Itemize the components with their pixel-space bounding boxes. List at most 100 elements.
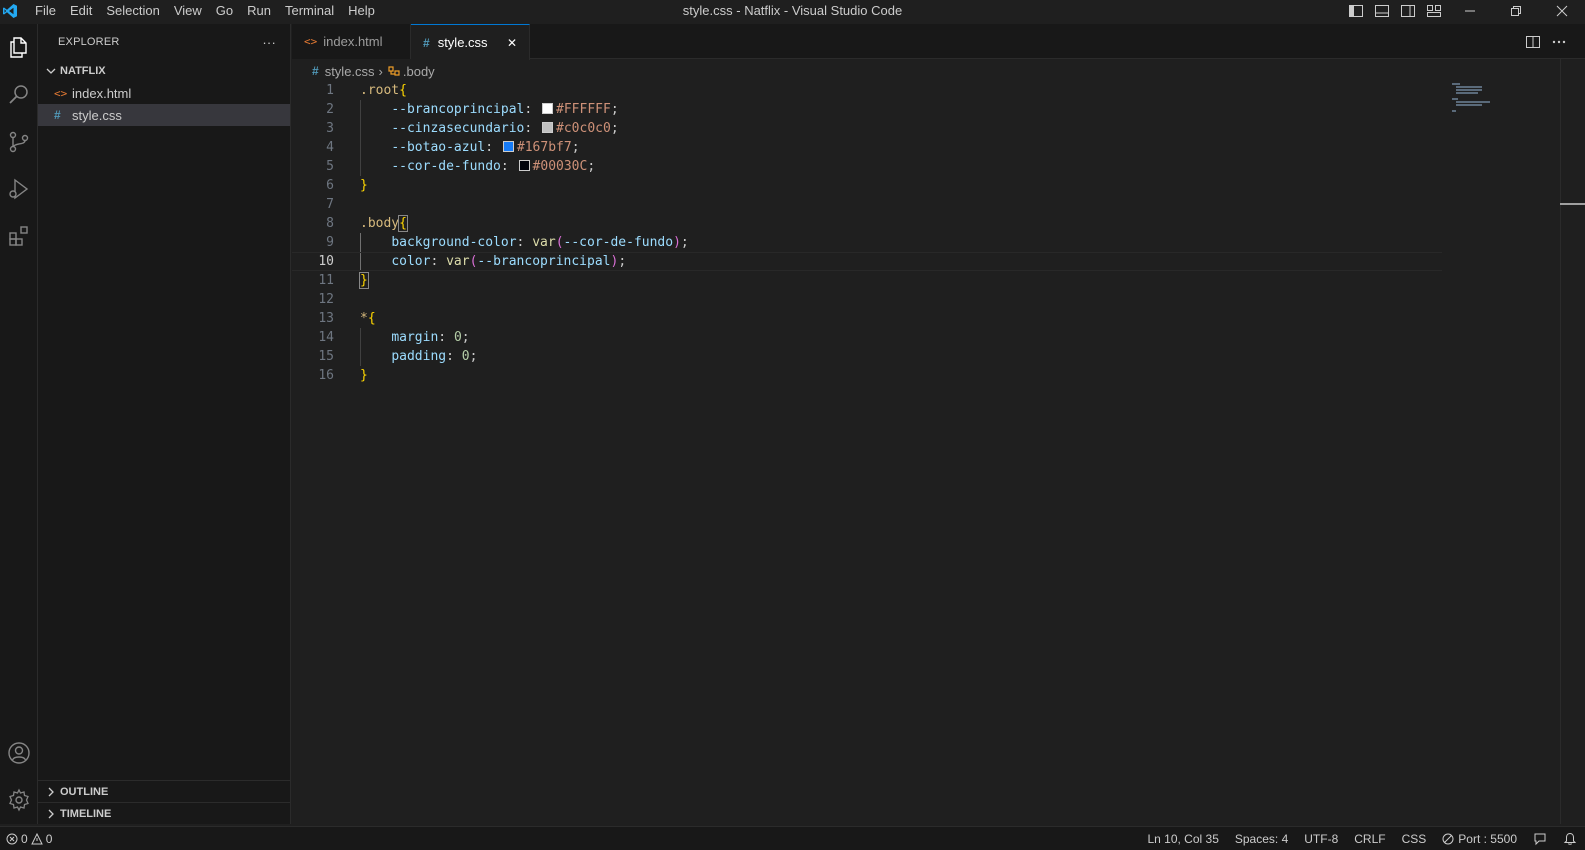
argument: --cor-de-fundo — [563, 235, 674, 250]
menu-view[interactable]: View — [167, 0, 209, 22]
editor-actions — [1525, 24, 1567, 59]
tab-label: index.html — [323, 34, 383, 49]
port-label: Port : 5500 — [1458, 832, 1517, 846]
tab-index-html[interactable]: <> index.html — [292, 24, 411, 59]
search-icon[interactable] — [0, 71, 38, 118]
line-number: 2 — [326, 102, 334, 117]
line-number: 3 — [326, 121, 334, 136]
folder-natflix[interactable]: NATFLIX — [38, 60, 290, 82]
brace: } — [360, 178, 368, 193]
menu-terminal[interactable]: Terminal — [278, 0, 341, 22]
activity-bar — [0, 24, 38, 824]
property: --cinzasecundario — [391, 121, 525, 136]
tab-label: style.css — [437, 35, 488, 50]
css-file-icon: # — [312, 64, 319, 78]
more-actions-icon[interactable] — [1551, 34, 1567, 50]
encoding[interactable]: UTF-8 — [1304, 832, 1338, 846]
menu-run[interactable]: Run — [240, 0, 278, 22]
line-number: 4 — [326, 140, 334, 155]
value: #FFFFFF — [556, 102, 611, 117]
line-number: 15 — [318, 349, 334, 364]
function: var — [446, 254, 470, 269]
breadcrumb-separator: › — [378, 63, 383, 79]
vertical-scrollbar[interactable] — [1560, 59, 1574, 824]
color-swatch[interactable] — [542, 103, 554, 114]
code-line: 14 margin: 0; — [292, 328, 1442, 347]
chevron-right-icon — [48, 809, 54, 818]
menu-selection[interactable]: Selection — [99, 0, 166, 22]
run-debug-icon[interactable] — [0, 165, 38, 212]
explorer-icon[interactable] — [0, 24, 38, 71]
explorer-title: EXPLORER — [58, 36, 120, 48]
menu-help[interactable]: Help — [341, 0, 382, 22]
breadcrumb-file[interactable]: style.css — [325, 64, 375, 79]
file-label: index.html — [72, 85, 132, 101]
explorer-header: EXPLORER ··· — [38, 24, 290, 60]
problems-indicator[interactable]: 0 0 — [0, 832, 52, 846]
line-number: 6 — [326, 178, 334, 193]
color-swatch[interactable] — [518, 160, 530, 171]
source-control-icon[interactable] — [0, 118, 38, 165]
minimap[interactable] — [1448, 82, 1508, 122]
minimap-line — [1452, 110, 1456, 112]
toggle-secondary-sidebar-icon[interactable] — [1395, 0, 1421, 22]
breadcrumb: # style.css › .body — [292, 60, 435, 82]
feedback-icon[interactable] — [1533, 832, 1547, 846]
outline-section[interactable]: OUTLINE — [38, 780, 291, 802]
file-index-html[interactable]: <> index.html — [38, 82, 290, 104]
code-line: 7 — [292, 195, 1442, 214]
timeline-section[interactable]: TIMELINE — [38, 802, 291, 824]
more-actions-icon[interactable]: ··· — [262, 35, 276, 50]
code-line: 1 .root{ — [292, 81, 1442, 100]
split-editor-icon[interactable] — [1525, 34, 1541, 50]
property: --brancoprincipal — [391, 102, 525, 117]
language-mode[interactable]: CSS — [1402, 832, 1427, 846]
indentation[interactable]: Spaces: 4 — [1235, 832, 1288, 846]
color-swatch[interactable] — [502, 141, 514, 152]
close-tab-icon[interactable]: ✕ — [507, 36, 517, 50]
close-window-icon[interactable] — [1539, 0, 1585, 22]
brace: { — [399, 83, 407, 98]
code-line: 16 } — [292, 366, 1442, 385]
menu-edit[interactable]: Edit — [63, 0, 99, 22]
code-editor[interactable]: 1 .root{ 2 --brancoprincipal: #FFFFFF; 3… — [292, 81, 1562, 821]
line-number: 11 — [318, 273, 334, 288]
code-line: 8 .body{ — [292, 214, 1442, 233]
brace: { — [367, 311, 376, 326]
property: color — [391, 254, 431, 269]
accounts-icon[interactable] — [0, 729, 38, 776]
extensions-icon[interactable] — [0, 212, 38, 259]
menu-file[interactable]: File — [28, 0, 63, 22]
code-line: 12 — [292, 290, 1442, 309]
minimap-line — [1456, 92, 1478, 94]
toggle-primary-sidebar-icon[interactable] — [1343, 0, 1369, 22]
css-file-icon: # — [423, 35, 430, 50]
notifications-bell-icon[interactable] — [1563, 832, 1577, 846]
color-swatch[interactable] — [542, 122, 554, 133]
property: --cor-de-fundo — [391, 159, 501, 174]
menu-go[interactable]: Go — [209, 0, 240, 22]
line-number: 1 — [326, 83, 334, 98]
end-of-line[interactable]: CRLF — [1354, 832, 1385, 846]
value: 0 — [461, 349, 470, 364]
tab-style-css[interactable]: # style.css ✕ — [411, 24, 530, 60]
cursor-position[interactable]: Ln 10, Col 35 — [1147, 832, 1218, 846]
property: --botao-azul — [391, 140, 486, 155]
css-file-icon: # — [54, 108, 61, 122]
line-number: 16 — [318, 368, 334, 383]
manage-gear-icon[interactable] — [0, 776, 38, 823]
customize-layout-icon[interactable] — [1421, 0, 1447, 22]
line-number: 7 — [326, 197, 334, 212]
breadcrumb-symbol[interactable]: .body — [403, 64, 435, 79]
toggle-panel-icon[interactable] — [1369, 0, 1395, 22]
selector: .root — [360, 83, 400, 98]
restore-icon[interactable] — [1493, 0, 1539, 22]
minimap-line — [1456, 89, 1482, 91]
live-server-port[interactable]: Port : 5500 — [1442, 832, 1517, 846]
minimize-icon[interactable] — [1447, 0, 1493, 22]
minimap-line — [1456, 86, 1482, 88]
title-bar: File Edit Selection View Go Run Terminal… — [0, 0, 1585, 22]
code-line: 2 --brancoprincipal: #FFFFFF; — [292, 100, 1442, 119]
file-style-css[interactable]: # style.css — [38, 104, 290, 126]
code-line: 6 } — [292, 176, 1442, 195]
